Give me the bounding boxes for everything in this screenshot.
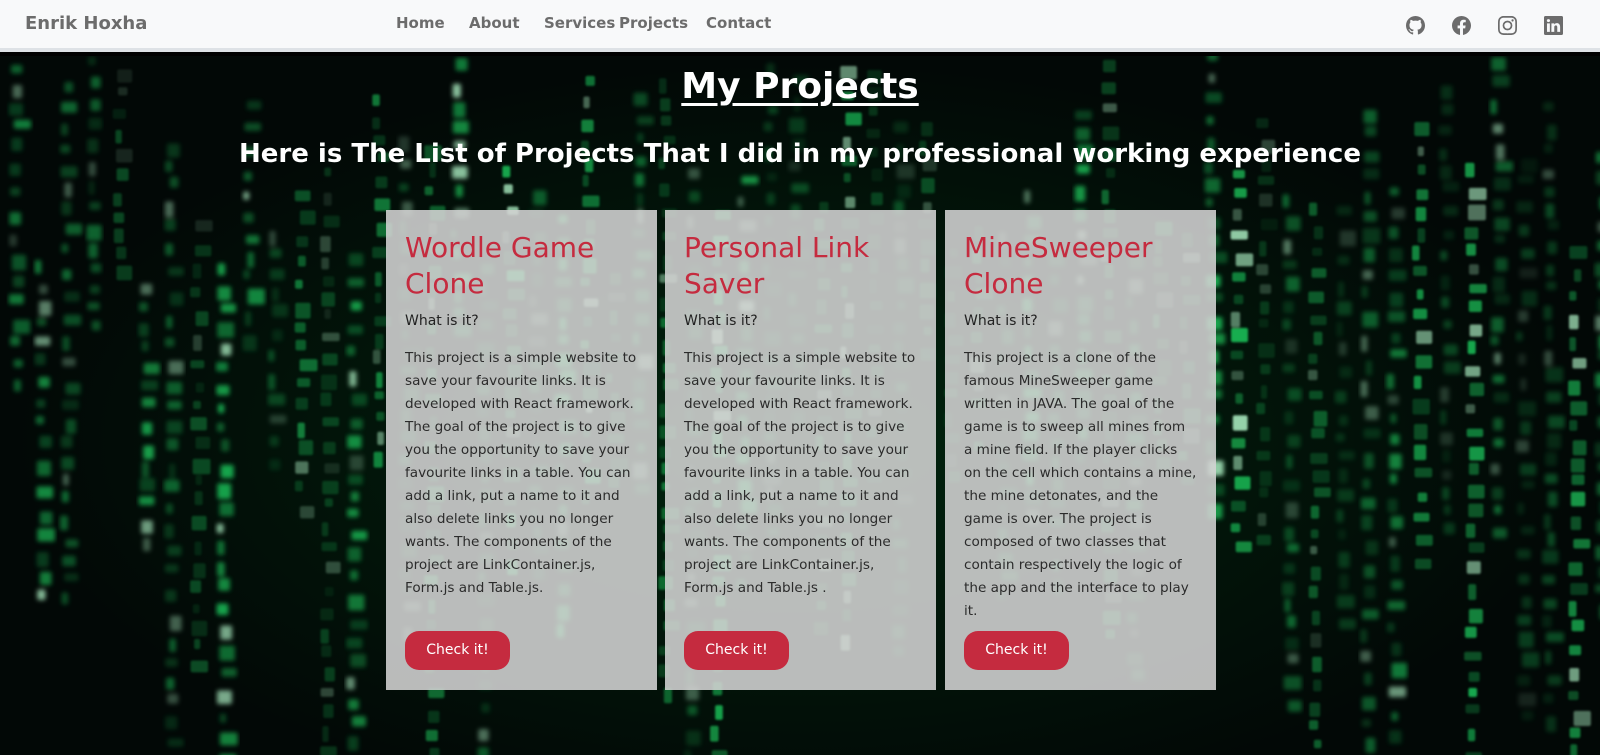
page-title: My Projects (681, 66, 919, 107)
check-it-button[interactable]: Check it! (405, 631, 510, 670)
linkedin-icon[interactable] (1544, 16, 1563, 35)
card-title: Wordle Game Clone (405, 231, 595, 300)
nav-services[interactable]: Services (544, 14, 615, 32)
project-card-minesweeper: MineSweeper Clone What is it? This proje… (945, 210, 1216, 690)
card-description: This project is a simple website to save… (684, 350, 916, 596)
top-navbar: Enrik Hoxha Home About Services Projects… (0, 0, 1600, 52)
card-subtitle: What is it? (405, 313, 479, 329)
project-card-link-saver: Personal Link Saver What is it? This pro… (665, 210, 936, 690)
card-description: This project is a simple website to save… (405, 350, 637, 596)
check-it-button[interactable]: Check it! (964, 631, 1069, 670)
check-it-button[interactable]: Check it! (684, 631, 789, 670)
brand-logo[interactable]: Enrik Hoxha (25, 13, 147, 34)
instagram-icon[interactable] (1498, 16, 1517, 35)
project-card-wordle: Wordle Game Clone What is it? This proje… (386, 210, 657, 690)
nav-home[interactable]: Home (396, 14, 445, 32)
card-title: MineSweeper Clone (964, 231, 1153, 300)
facebook-icon[interactable] (1452, 16, 1471, 35)
page-subtitle: Here is The List of Projects That I did … (239, 139, 1361, 169)
card-title: Personal Link Saver (684, 231, 870, 300)
card-subtitle: What is it? (684, 313, 758, 329)
github-icon[interactable] (1406, 16, 1425, 35)
card-subtitle: What is it? (964, 313, 1038, 329)
nav-projects[interactable]: Projects (619, 14, 688, 32)
nav-contact[interactable]: Contact (706, 14, 771, 32)
nav-about[interactable]: About (469, 14, 520, 32)
card-description: This project is a clone of the famous Mi… (964, 350, 1197, 619)
